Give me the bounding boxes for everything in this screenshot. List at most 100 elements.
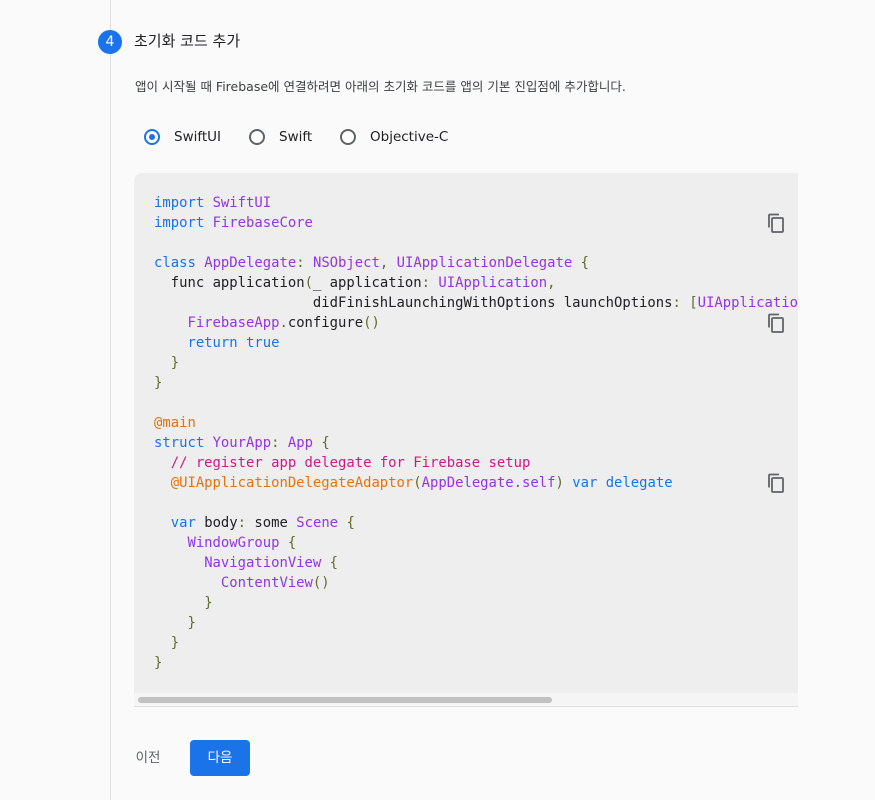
code-block: import SwiftUI import FirebaseCore class… bbox=[134, 173, 798, 707]
code-type: AppDelegate bbox=[421, 475, 514, 491]
code-plain: body bbox=[204, 515, 238, 531]
code-line-21: } bbox=[154, 595, 213, 611]
code-keyword: var bbox=[170, 515, 196, 531]
step-title: 초기화 코드 추가 bbox=[134, 32, 241, 50]
code-line-18: WindowGroup { bbox=[154, 535, 296, 551]
code-line-19: NavigationView { bbox=[154, 555, 338, 571]
code-line-24: } bbox=[154, 655, 162, 671]
code-punct: [ bbox=[689, 295, 698, 311]
copy-import-button[interactable] bbox=[764, 211, 788, 235]
code-punct: { bbox=[346, 515, 355, 531]
code-punct: } bbox=[170, 635, 180, 651]
code-plain: _ application bbox=[312, 275, 422, 291]
code-keyword: import bbox=[154, 215, 205, 231]
stepper-rail bbox=[110, 0, 111, 800]
code-line-22: } bbox=[154, 615, 196, 631]
copy-adaptor-button[interactable] bbox=[764, 471, 788, 495]
code-punct: : bbox=[237, 515, 247, 531]
code-line-7: FirebaseApp.configure() bbox=[154, 315, 380, 331]
horizontal-scrollbar[interactable] bbox=[134, 693, 798, 707]
prev-button[interactable]: 이전 bbox=[128, 740, 168, 776]
code-punct: , bbox=[379, 255, 389, 271]
radio-unselected-icon[interactable] bbox=[340, 129, 356, 145]
code-type: UIApplication bbox=[438, 275, 548, 291]
code-attribute: @UIApplicationDelegateAdaptor bbox=[170, 475, 414, 491]
radio-option-objective-c[interactable]: Objective-C bbox=[340, 126, 448, 148]
step-description: 앱이 시작될 때 Firebase에 연결하려면 아래의 초기화 코드를 앱의 … bbox=[135, 79, 626, 94]
code-punct: { bbox=[287, 535, 297, 551]
copy-icon[interactable] bbox=[764, 311, 788, 335]
code-line-13: struct YourApp: App { bbox=[154, 435, 330, 451]
code-keyword: true bbox=[246, 335, 280, 351]
code-type: Scene bbox=[296, 515, 339, 531]
radio-label-objective-c[interactable]: Objective-C bbox=[370, 129, 448, 145]
code-text: import SwiftUI import FirebaseCore class… bbox=[154, 193, 798, 673]
code-punct: : bbox=[271, 435, 280, 451]
code-keyword: class bbox=[154, 255, 196, 271]
code-punct: () bbox=[312, 575, 330, 591]
code-type: UIApplicatio bbox=[697, 295, 798, 311]
radio-unselected-icon[interactable] bbox=[249, 129, 265, 145]
code-punct: ) bbox=[555, 475, 564, 491]
code-type: YourApp bbox=[212, 435, 272, 451]
code-punct: : bbox=[421, 275, 431, 291]
step-number-badge: 4 bbox=[98, 30, 122, 54]
code-punct: ( bbox=[304, 275, 313, 291]
code-type: SwiftUI bbox=[212, 195, 272, 211]
code-punct: . bbox=[279, 315, 288, 331]
code-punct: } bbox=[154, 375, 163, 391]
code-type: NSObject bbox=[312, 255, 380, 271]
code-type: WindowGroup bbox=[187, 535, 280, 551]
code-punct: ( bbox=[413, 475, 422, 491]
copy-appdelegate-button[interactable] bbox=[764, 311, 788, 335]
code-line-14: // register app delegate for Firebase se… bbox=[154, 455, 531, 471]
code-line-4: class AppDelegate: NSObject, UIApplicati… bbox=[154, 255, 589, 271]
code-punct: { bbox=[580, 255, 589, 271]
scrollbar-thumb[interactable] bbox=[138, 697, 552, 703]
code-line-1: import SwiftUI bbox=[154, 195, 271, 211]
code-punct: () bbox=[363, 315, 380, 331]
copy-icon[interactable] bbox=[764, 211, 788, 235]
code-line-23: } bbox=[154, 635, 179, 651]
code-punct: } bbox=[187, 615, 196, 631]
code-type: UIApplicationDelegate bbox=[396, 255, 573, 271]
radio-selected-icon[interactable] bbox=[144, 129, 160, 145]
code-line-20: ContentView() bbox=[154, 575, 330, 591]
code-line-6: didFinishLaunchingWithOptions launchOpti… bbox=[154, 295, 798, 311]
radio-option-swift[interactable]: Swift bbox=[249, 126, 312, 148]
code-line-9: } bbox=[154, 355, 179, 371]
code-type: FirebaseApp bbox=[187, 315, 280, 331]
code-punct: : bbox=[296, 255, 305, 271]
code-punct: . bbox=[513, 475, 523, 491]
code-type: ContentView bbox=[220, 575, 313, 591]
code-type: self bbox=[522, 475, 556, 491]
radio-label-swiftui[interactable]: SwiftUI bbox=[174, 129, 221, 145]
code-type: NavigationView bbox=[204, 555, 322, 571]
code-plain: didFinishLaunchingWithOptions launchOpti… bbox=[312, 295, 673, 311]
code-punct: { bbox=[321, 435, 330, 451]
code-keyword: struct bbox=[154, 435, 205, 451]
code-punct: } bbox=[154, 655, 163, 671]
code-plain: some bbox=[254, 515, 288, 531]
radio-option-swiftui[interactable]: SwiftUI bbox=[144, 126, 221, 148]
radio-label-swift[interactable]: Swift bbox=[279, 129, 312, 145]
code-keyword: var bbox=[572, 475, 598, 491]
code-punct: } bbox=[170, 355, 180, 371]
code-type: App bbox=[287, 435, 313, 451]
code-line-5: func application(_ application: UIApplic… bbox=[154, 275, 556, 291]
code-keyword: return bbox=[187, 335, 238, 351]
code-line-12: @main bbox=[154, 415, 196, 431]
code-punct: : bbox=[672, 295, 681, 311]
code-line-8: return true bbox=[154, 335, 279, 351]
copy-icon[interactable] bbox=[764, 471, 788, 495]
next-button[interactable]: 다음 bbox=[190, 740, 250, 776]
code-line-17: var body: some Scene { bbox=[154, 515, 355, 531]
code-type: AppDelegate bbox=[204, 255, 297, 271]
code-line-10: } bbox=[154, 375, 162, 391]
code-keyword: delegate bbox=[605, 475, 673, 491]
code-line-2: import FirebaseCore bbox=[154, 215, 313, 231]
code-plain: func bbox=[170, 275, 205, 291]
code-punct: , bbox=[547, 275, 556, 291]
code-plain: application bbox=[212, 275, 305, 291]
code-punct: } bbox=[204, 595, 213, 611]
